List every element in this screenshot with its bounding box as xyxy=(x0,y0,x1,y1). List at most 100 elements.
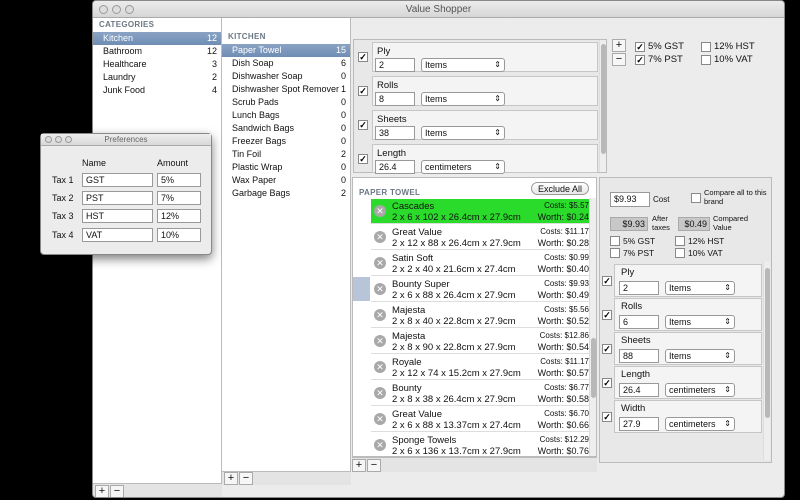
products-scroll-thumb[interactable] xyxy=(591,338,596,398)
exclude-product-icon[interactable]: ✕ xyxy=(374,257,386,269)
tax-checkbox-gst[interactable] xyxy=(635,42,645,52)
cost-input[interactable]: $9.93 xyxy=(610,192,650,207)
category-item-bathroom[interactable]: Bathroom 12 xyxy=(93,45,221,58)
attribute-value-input[interactable]: 38 xyxy=(375,126,415,140)
product-item[interactable]: ✕ Majesta 2 x 8 x 40 x 22.8cm x 27.9cm C… xyxy=(371,303,593,328)
attribute-value-input[interactable]: 8 xyxy=(375,92,415,106)
subcategory-item-plastic-wrap[interactable]: Plastic Wrap 0 xyxy=(222,161,350,174)
tax-checkbox-vat[interactable] xyxy=(701,55,711,65)
detail-scrollbar[interactable] xyxy=(763,262,770,460)
preferences-zoom-button[interactable] xyxy=(65,136,72,143)
remove-subcategory-button[interactable]: − xyxy=(239,472,253,485)
category-item-kitchen[interactable]: Kitchen 12 xyxy=(93,32,221,45)
attribute-checkbox-sheets[interactable] xyxy=(358,120,368,130)
subcategory-item-sandwich-bags[interactable]: Sandwich Bags 0 xyxy=(222,122,350,135)
detail-attribute-checkbox-rolls[interactable] xyxy=(602,310,612,320)
subcategory-item-tin-foil[interactable]: Tin Foil 2 xyxy=(222,148,350,161)
subcategory-item-lunch-bags[interactable]: Lunch Bags 0 xyxy=(222,109,350,122)
tax-checkbox-pst[interactable] xyxy=(635,55,645,65)
detail-attribute-checkbox-length[interactable] xyxy=(602,378,612,388)
attribute-checkbox-length[interactable] xyxy=(358,154,368,164)
tax-amount-input[interactable]: 10% xyxy=(157,228,201,242)
attributes-scrollbar[interactable] xyxy=(599,40,606,172)
category-item-healthcare[interactable]: Healthcare 3 xyxy=(93,58,221,71)
detail-attribute-checkbox-width[interactable] xyxy=(602,412,612,422)
detail-attribute-checkbox-ply[interactable] xyxy=(602,276,612,286)
product-item[interactable]: ✕ Majesta 2 x 8 x 90 x 22.8cm x 27.9cm C… xyxy=(371,329,593,354)
tax-name-input[interactable]: PST xyxy=(82,191,153,205)
attribute-unit-select[interactable]: Items xyxy=(421,92,505,106)
subcategory-item-garbage-bags[interactable]: Garbage Bags 2 xyxy=(222,187,350,200)
category-item-junk-food[interactable]: Junk Food 4 xyxy=(93,84,221,97)
exclude-product-icon[interactable]: ✕ xyxy=(374,283,386,295)
remove-product-button[interactable]: − xyxy=(367,459,381,472)
close-window-button[interactable] xyxy=(99,5,108,14)
tax-name-input[interactable]: HST xyxy=(82,209,153,223)
exclude-all-button[interactable]: Exclude All xyxy=(531,182,589,195)
detail-tax-checkbox-pst[interactable] xyxy=(610,248,620,258)
attribute-checkbox-ply[interactable] xyxy=(358,52,368,62)
subcategory-item-paper-towel[interactable]: Paper Towel 15 xyxy=(222,44,350,57)
product-item[interactable]: ✕ Great Value 2 x 12 x 88 x 26.4cm x 27.… xyxy=(371,225,593,250)
attribute-unit-select[interactable]: Items xyxy=(421,126,505,140)
remove-category-button[interactable]: − xyxy=(110,485,124,497)
exclude-product-icon[interactable]: ✕ xyxy=(374,387,386,399)
preferences-minimize-button[interactable] xyxy=(55,136,62,143)
detail-scroll-thumb[interactable] xyxy=(765,268,770,418)
tax-name-input[interactable]: VAT xyxy=(82,228,153,242)
tax-amount-input[interactable]: 7% xyxy=(157,191,201,205)
minimize-window-button[interactable] xyxy=(112,5,121,14)
products-scrollbar[interactable] xyxy=(589,198,596,456)
exclude-product-icon[interactable]: ✕ xyxy=(374,361,386,373)
subcategory-item-freezer-bags[interactable]: Freezer Bags 0 xyxy=(222,135,350,148)
detail-tax-checkbox-hst[interactable] xyxy=(675,236,685,246)
attribute-unit-select[interactable]: centimeters xyxy=(665,417,735,431)
tax-amount-input[interactable]: 12% xyxy=(157,209,201,223)
compare-all-checkbox[interactable] xyxy=(691,193,701,203)
attribute-value-input[interactable]: 6 xyxy=(619,315,659,329)
product-item[interactable]: ✕ Great Value 2 x 6 x 88 x 13.37cm x 27.… xyxy=(371,407,593,432)
detail-attribute-checkbox-sheets[interactable] xyxy=(602,344,612,354)
attribute-unit-select[interactable]: centimeters xyxy=(421,160,505,174)
product-item[interactable]: ✕ Satin Soft 2 x 2 x 40 x 21.6cm x 27.4c… xyxy=(371,251,593,276)
category-item-laundry[interactable]: Laundry 2 xyxy=(93,71,221,84)
preferences-close-button[interactable] xyxy=(45,136,52,143)
attribute-unit-select[interactable]: Items xyxy=(665,315,735,329)
product-item[interactable]: ✕ Royale 2 x 12 x 74 x 15.2cm x 27.9cm C… xyxy=(371,355,593,380)
tax-amount-input[interactable]: 5% xyxy=(157,173,201,187)
attribute-value-input[interactable]: 2 xyxy=(375,58,415,72)
attribute-value-input[interactable]: 88 xyxy=(619,349,659,363)
attribute-checkbox-rolls[interactable] xyxy=(358,86,368,96)
attribute-unit-select[interactable]: centimeters xyxy=(665,383,735,397)
attribute-unit-select[interactable]: Items xyxy=(665,281,735,295)
subcategory-item-scrub-pads[interactable]: Scrub Pads 0 xyxy=(222,96,350,109)
tax-checkbox-hst[interactable] xyxy=(701,42,711,52)
add-tax-button[interactable]: + xyxy=(612,39,626,52)
subcategory-item-wax-paper[interactable]: Wax Paper 0 xyxy=(222,174,350,187)
exclude-product-icon[interactable]: ✕ xyxy=(374,231,386,243)
product-item[interactable]: ✕ Cascades 2 x 6 x 102 x 26.4cm x 27.9cm… xyxy=(371,199,593,224)
add-product-button[interactable]: + xyxy=(352,459,366,472)
attribute-value-input[interactable]: 27.9 xyxy=(619,417,659,431)
detail-tax-checkbox-gst[interactable] xyxy=(610,236,620,246)
add-category-button[interactable]: + xyxy=(95,485,109,497)
product-item[interactable]: ✕ Bounty Super 2 x 6 x 88 x 26.4cm x 27.… xyxy=(371,277,593,302)
subcategory-item-dishwasher-soap[interactable]: Dishwasher Soap 0 xyxy=(222,70,350,83)
add-subcategory-button[interactable]: + xyxy=(224,472,238,485)
product-item[interactable]: ✕ Sponge Towels 2 x 6 x 136 x 13.7cm x 2… xyxy=(371,433,593,458)
attribute-unit-select[interactable]: Items xyxy=(421,58,505,72)
exclude-product-icon[interactable]: ✕ xyxy=(374,205,386,217)
subcategory-item-dishwasher-spot-remover[interactable]: Dishwasher Spot Remover 1 xyxy=(222,83,350,96)
exclude-product-icon[interactable]: ✕ xyxy=(374,439,386,451)
subcategory-item-dish-soap[interactable]: Dish Soap 6 xyxy=(222,57,350,70)
exclude-product-icon[interactable]: ✕ xyxy=(374,335,386,347)
attribute-value-input[interactable]: 26.4 xyxy=(375,160,415,174)
exclude-product-icon[interactable]: ✕ xyxy=(374,309,386,321)
zoom-window-button[interactable] xyxy=(125,5,134,14)
attributes-scroll-thumb[interactable] xyxy=(601,44,606,154)
attribute-value-input[interactable]: 2 xyxy=(619,281,659,295)
exclude-product-icon[interactable]: ✕ xyxy=(374,413,386,425)
attribute-unit-select[interactable]: Items xyxy=(665,349,735,363)
product-item[interactable]: ✕ Bounty 2 x 8 x 38 x 26.4cm x 27.9cm Co… xyxy=(371,381,593,406)
attribute-value-input[interactable]: 26.4 xyxy=(619,383,659,397)
